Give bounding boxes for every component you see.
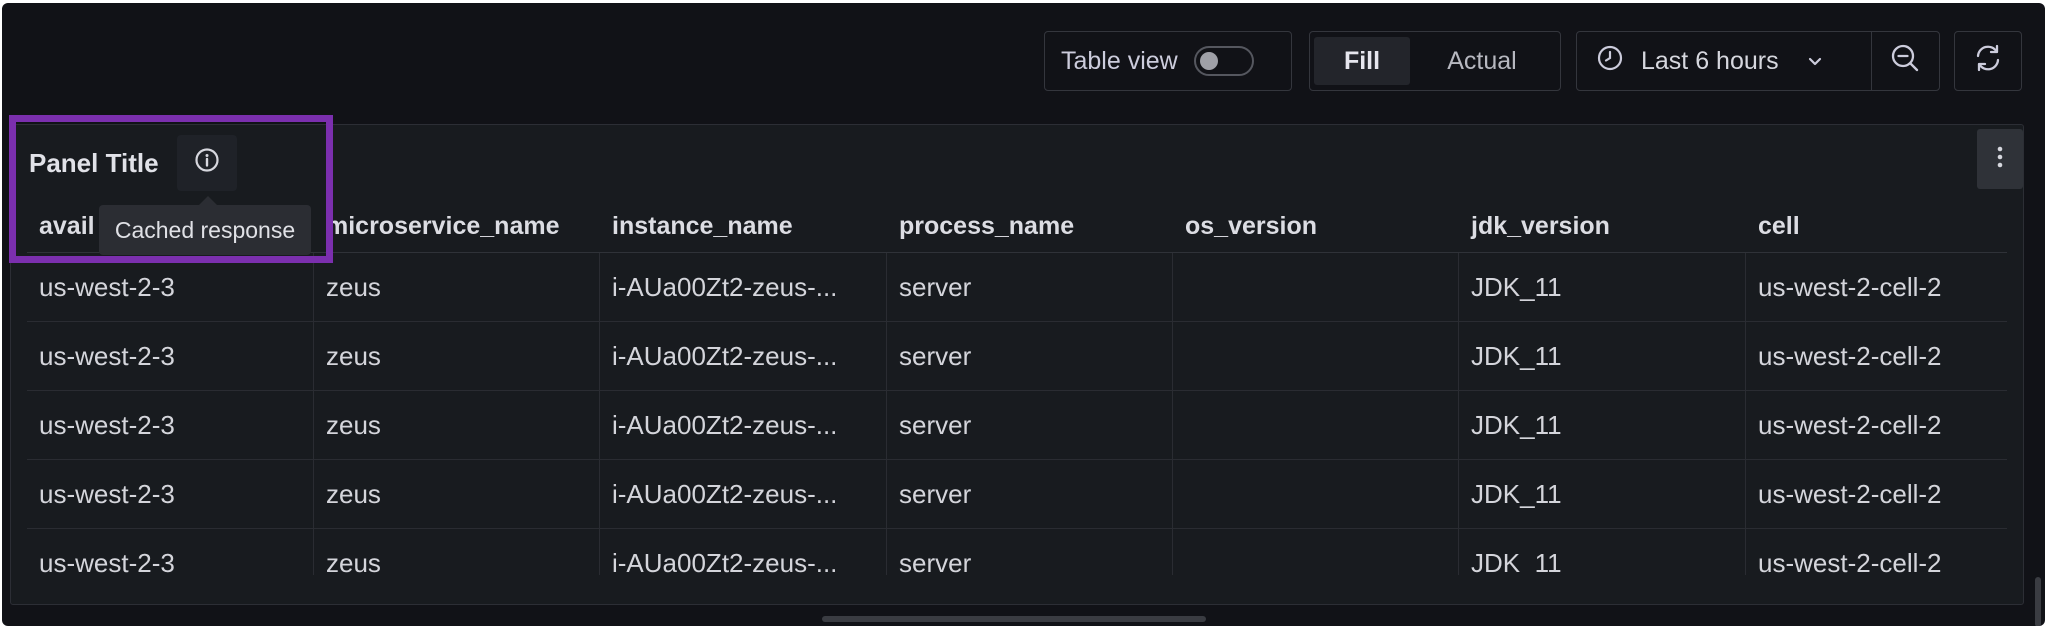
table-cell: i-AUa00Zt2-zeus-...: [600, 253, 887, 321]
table-cell: zeus: [314, 529, 600, 575]
table-row: us-west-2-3 zeus i-AUa00Zt2-zeus-... ser…: [27, 391, 2007, 460]
panel-menu-button[interactable]: [1977, 129, 2023, 189]
table-cell: us-west-2-cell-2: [1758, 547, 1942, 576]
table-cell: i-AUa00Zt2-zeus-...: [600, 391, 887, 459]
switch-knob: [1199, 52, 1218, 70]
horizontal-scrollbar[interactable]: [822, 616, 1206, 622]
column-header[interactable]: microservice_name: [314, 201, 600, 252]
table-cell: zeus: [314, 460, 600, 528]
table-row: us-west-2-3 zeus i-AUa00Zt2-zeus-... ser…: [27, 460, 2007, 529]
table-row: us-west-2-3 zeus i-AUa00Zt2-zeus-... ser…: [27, 529, 2007, 575]
table-cell: [1173, 253, 1459, 321]
table-cell: server: [887, 529, 1173, 575]
column-header[interactable]: process_name: [887, 201, 1173, 252]
table-cell: us-west-2-3: [27, 529, 314, 575]
table-cell: us-west-2-3: [27, 460, 314, 528]
panel-header: Panel Title: [29, 135, 237, 191]
time-range-picker-button[interactable]: Last 6 hours: [1577, 32, 1872, 90]
table-cell: us-west-2-cell-2: [1758, 478, 1942, 509]
data-table: avail microservice_name instance_name pr…: [27, 201, 2007, 575]
table-cell: i-AUa00Zt2-zeus-...: [600, 322, 887, 390]
table-cell: zeus: [314, 391, 600, 459]
actual-button[interactable]: Actual: [1410, 37, 1554, 85]
column-header[interactable]: instance_name: [600, 201, 887, 252]
table-cell: us-west-2-3: [27, 322, 314, 390]
dashboard-toolbar: Table view Fill Actual Last 6 hours: [2, 31, 2045, 95]
table-cell: JDK_11: [1459, 322, 1746, 390]
zoom-out-button[interactable]: [1872, 32, 1938, 90]
fill-button[interactable]: Fill: [1314, 37, 1410, 85]
panel-title: Panel Title: [29, 147, 159, 178]
column-header[interactable]: os_version: [1173, 201, 1459, 252]
table-row: us-west-2-3 zeus i-AUa00Zt2-zeus-... ser…: [27, 253, 2007, 322]
table-cell: us-west-2-3: [27, 391, 314, 459]
kebab-menu-icon: [1996, 143, 2004, 176]
table-cell: [1173, 391, 1459, 459]
dashboard-frame: Table view Fill Actual Last 6 hours Pane…: [2, 3, 2045, 626]
refresh-button[interactable]: [1954, 31, 2022, 91]
vertical-scrollbar[interactable]: [2035, 577, 2041, 626]
column-header[interactable]: cell: [1746, 201, 2007, 252]
table-cell: server: [887, 460, 1173, 528]
zoom-out-icon: [1890, 43, 1920, 80]
table-cell: JDK_11: [1459, 529, 1746, 575]
table-cell: [1173, 529, 1459, 575]
table-cell: i-AUa00Zt2-zeus-...: [600, 529, 887, 575]
table-cell: [1173, 322, 1459, 390]
clock-icon: [1597, 45, 1623, 78]
refresh-icon: [1972, 42, 2004, 81]
table-row: us-west-2-3 zeus i-AUa00Zt2-zeus-... ser…: [27, 322, 2007, 391]
table-cell: server: [887, 322, 1173, 390]
table-cell: zeus: [314, 253, 600, 321]
table-cell: server: [887, 391, 1173, 459]
table-cell: us-west-2-cell-2: [1758, 409, 1942, 440]
table-cell: server: [887, 253, 1173, 321]
table-cell: JDK_11: [1459, 460, 1746, 528]
column-header[interactable]: jdk_version: [1459, 201, 1746, 252]
info-icon: [194, 147, 220, 180]
table-cell: [1173, 460, 1459, 528]
table-cell: zeus: [314, 322, 600, 390]
table-cell: i-AUa00Zt2-zeus-...: [600, 460, 887, 528]
table-cell: us-west-2-cell-2: [1758, 271, 1942, 302]
cached-response-tooltip: Cached response: [99, 196, 311, 255]
fill-actual-segmented-control: Fill Actual: [1309, 31, 1561, 91]
table-cell: JDK_11: [1459, 253, 1746, 321]
time-range-label: Last 6 hours: [1641, 46, 1779, 75]
table-view-label: Table view: [1061, 46, 1178, 75]
table-body[interactable]: us-west-2-3 zeus i-AUa00Zt2-zeus-... ser…: [27, 253, 2007, 575]
table-cell: us-west-2-3: [27, 253, 314, 321]
table-panel: Panel Title avail microservice_name inst…: [10, 124, 2024, 605]
table-cell: us-west-2-cell-2: [1758, 340, 1942, 371]
table-view-switch[interactable]: [1193, 46, 1254, 76]
table-view-toggle[interactable]: Table view: [1044, 31, 1292, 91]
panel-status-info-button[interactable]: [176, 135, 237, 191]
chevron-down-icon: [1807, 47, 1823, 76]
time-picker-group: Last 6 hours: [1576, 31, 1940, 91]
table-cell: JDK_11: [1459, 391, 1746, 459]
table-header-row: avail microservice_name instance_name pr…: [27, 201, 2007, 253]
